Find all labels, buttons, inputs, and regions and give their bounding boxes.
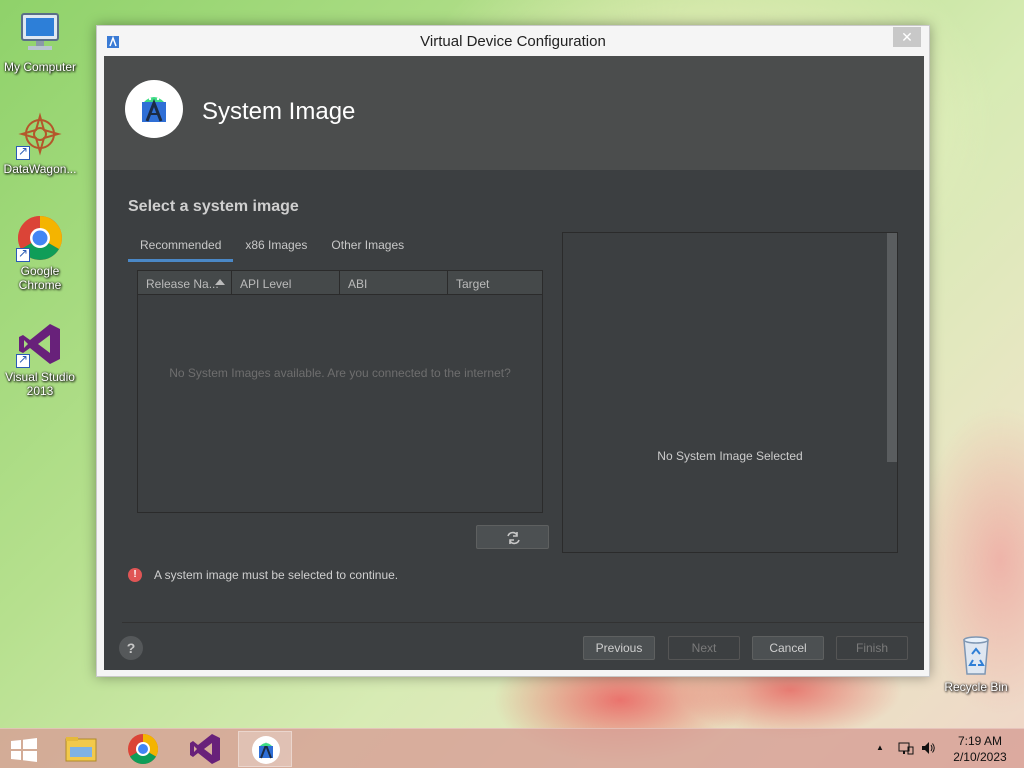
column-header-label: Release Na... [146, 277, 219, 291]
network-icon[interactable] [898, 740, 914, 761]
dialog-header: System Image [104, 56, 924, 170]
recycle-bin-icon [952, 630, 1000, 678]
dialog-body: System Image Select a system image Recom… [104, 56, 924, 670]
column-header-abi[interactable]: ABI [340, 271, 448, 294]
start-button[interactable] [9, 737, 39, 763]
tray-overflow-arrow[interactable]: ▲ [876, 743, 884, 752]
cancel-button[interactable]: Cancel [752, 636, 824, 660]
desktop-icon-label: DataWagon... [3, 162, 77, 176]
visual-studio-icon [190, 734, 220, 764]
window-title: Virtual Device Configuration [420, 33, 606, 50]
taskbar-visual-studio[interactable] [178, 731, 232, 767]
virtual-device-configuration-window: Virtual Device Configuration ✕ System Im… [96, 25, 930, 677]
shortcut-arrow-icon [16, 352, 30, 368]
file-explorer-icon [65, 737, 97, 762]
close-button[interactable]: ✕ [893, 27, 921, 47]
section-title: Select a system image [128, 198, 299, 215]
desktop-icon-label: My Computer [3, 60, 77, 74]
windows-logo-icon [11, 738, 37, 762]
window-titlebar[interactable]: Virtual Device Configuration ✕ [97, 26, 929, 56]
clock-date: 2/10/2023 [953, 750, 1007, 764]
column-header-release-name[interactable]: Release Na... [138, 271, 232, 294]
android-studio-logo-icon [125, 80, 183, 138]
taskbar-chrome[interactable] [116, 731, 170, 767]
desktop-icon-label: Google Chrome [18, 264, 62, 292]
computer-icon [16, 10, 64, 58]
image-tabs: Recommended x86 Images Other Images [128, 234, 416, 262]
chrome-icon [16, 214, 64, 262]
volume-icon[interactable] [920, 740, 936, 761]
sort-ascending-icon [215, 279, 225, 285]
chrome-icon [128, 734, 159, 765]
footer-divider [122, 622, 924, 623]
desktop-icon-my-computer[interactable]: My Computer [0, 10, 80, 74]
desktop-icon-recycle-bin[interactable]: Recycle Bin [936, 630, 1016, 694]
column-header-target[interactable]: Target [448, 271, 542, 294]
column-header-api-level[interactable]: API Level [232, 271, 340, 294]
page-title: System Image [202, 98, 356, 125]
tab-recommended[interactable]: Recommended [128, 234, 234, 262]
desktop-icon-label: Visual Studio 2013 [5, 370, 75, 398]
no-image-selected-message: No System Image Selected [657, 449, 803, 463]
error-icon: ! [128, 568, 142, 582]
refresh-button[interactable] [476, 525, 549, 549]
error-message: A system image must be selected to conti… [154, 568, 399, 582]
shortcut-arrow-icon [16, 144, 30, 160]
system-clock[interactable]: 7:19 AM 2/10/2023 [944, 733, 1016, 765]
empty-table-message: No System Images available. Are you conn… [169, 366, 511, 380]
clock-time: 7:19 AM [957, 734, 1003, 748]
datawagon-icon [16, 112, 64, 160]
refresh-icon [507, 531, 520, 545]
table-header: Release Na... API Level ABI Target [138, 271, 542, 295]
system-image-details-panel: No System Image Selected [562, 232, 898, 553]
previous-button[interactable]: Previous [583, 636, 655, 660]
desktop-icon-label: Recycle Bin [944, 680, 1008, 694]
next-button[interactable]: Next [668, 636, 740, 660]
desktop-icon-visual-studio[interactable]: Visual Studio 2013 [0, 320, 80, 398]
system-image-table: Release Na... API Level ABI Target No Sy… [137, 270, 543, 513]
taskbar-android-studio[interactable] [238, 731, 292, 767]
desktop-icon-datawagon[interactable]: DataWagon... [0, 112, 80, 176]
tab-other-images[interactable]: Other Images [319, 234, 416, 262]
details-scrollbar[interactable] [887, 233, 897, 462]
visual-studio-icon [16, 320, 64, 368]
taskbar: ▲ 7:19 AM 2/10/2023 [0, 728, 1024, 768]
shortcut-arrow-icon [16, 246, 30, 262]
taskbar-file-explorer[interactable] [54, 731, 108, 767]
desktop-icon-google-chrome[interactable]: Google Chrome [0, 214, 80, 292]
tab-x86-images[interactable]: x86 Images [233, 234, 319, 262]
finish-button[interactable]: Finish [836, 636, 908, 660]
validation-error: ! A system image must be selected to con… [128, 568, 398, 582]
android-studio-icon [252, 736, 280, 764]
help-button[interactable]: ? [119, 636, 143, 660]
